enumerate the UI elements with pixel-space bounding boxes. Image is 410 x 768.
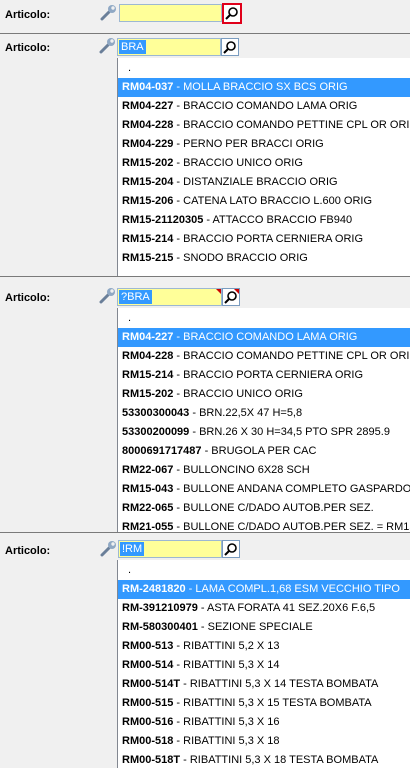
- list-item[interactable]: .: [118, 561, 410, 580]
- list-item[interactable]: RM04-228 - BRACCIO COMANDO PETTINE CPL O…: [118, 116, 410, 135]
- list-item[interactable]: RM15-202 - BRACCIO UNICO ORIG: [118, 154, 410, 173]
- list-item[interactable]: 53300300043 - BRN.22,5X 47 H=5,8: [118, 404, 410, 423]
- list-item[interactable]: RM15-206 - CATENA LATO BRACCIO L.600 ORI…: [118, 192, 410, 211]
- list-item[interactable]: RM00-516 - RIBATTINI 5,3 X 16: [118, 713, 410, 732]
- articolo-label: Articolo:: [5, 545, 51, 557]
- list-item[interactable]: 8000691717487 - BRUGOLA PER CAC: [118, 442, 410, 461]
- list-item[interactable]: RM15-215 - SNODO BRACCIO ORIG: [118, 249, 410, 268]
- list-item[interactable]: RM04-227 - BRACCIO COMANDO LAMA ORIG: [118, 97, 410, 116]
- panel-2: Articolo: BRA . RM04-037 - MOLLA BRACCIO…: [0, 35, 410, 276]
- list-item[interactable]: RM00-518 - RIBATTINI 5,3 X 18: [118, 732, 410, 751]
- list-item[interactable]: 53300200099 - BRN.26 X 30 H=34,5 PTO SPR…: [118, 423, 410, 442]
- list-item[interactable]: RM22-065 - BULLONE C/DADO AUTOB.PER SEZ.: [118, 499, 410, 518]
- list-item[interactable]: RM15-043 - BULLONE ANDANA COMPLETO GASPA…: [118, 480, 410, 499]
- list-item[interactable]: RM21-055 - BULLONE C/DADO AUTOB.PER SEZ.…: [118, 518, 410, 532]
- list-item[interactable]: RM-391210979 - ASTA FORATA 41 SEZ.20X6 F…: [118, 599, 410, 618]
- search-button[interactable]: [222, 288, 240, 306]
- search-button[interactable]: [222, 540, 240, 558]
- articolo-input[interactable]: [119, 4, 222, 22]
- articolo-input[interactable]: BRA: [117, 38, 221, 56]
- list-item-selected[interactable]: RM04-227 - BRACCIO COMANDO LAMA ORIG: [118, 328, 410, 347]
- list-item[interactable]: .: [118, 59, 410, 78]
- list-item[interactable]: RM00-514T - RIBATTINI 5,3 X 14 TESTA BOM…: [118, 675, 410, 694]
- list-item[interactable]: RM15-214 - BRACCIO PORTA CERNIERA ORIG: [118, 366, 410, 385]
- wrench-icon[interactable]: [100, 541, 118, 557]
- list-item[interactable]: RM00-518T - RIBATTINI 5,3 X 18 TESTA BOM…: [118, 751, 410, 768]
- panel-3: Articolo: ?BRA . RM04-227 - BRACCIO COMA…: [0, 284, 410, 532]
- articolo-input[interactable]: ?BRA: [117, 288, 222, 306]
- search-button[interactable]: [222, 3, 242, 24]
- required-marker-icon: [234, 289, 239, 294]
- articolo-input-value: !RM: [120, 542, 145, 556]
- list-item[interactable]: RM00-514 - RIBATTINI 5,3 X 14: [118, 656, 410, 675]
- articolo-input-value: BRA: [119, 40, 146, 54]
- list-item[interactable]: RM15-202 - BRACCIO UNICO ORIG: [118, 385, 410, 404]
- required-marker-icon: [216, 289, 221, 294]
- list-item[interactable]: RM15-214 - BRACCIO PORTA CERNIERA ORIG: [118, 230, 410, 249]
- wrench-icon[interactable]: [99, 288, 117, 304]
- wrench-icon[interactable]: [100, 5, 118, 21]
- dropdown-list[interactable]: . RM04-037 - MOLLA BRACCIO SX BCS ORIG R…: [117, 58, 410, 276]
- dropdown-list[interactable]: . RM-2481820 - LAMA COMPL.1,68 ESM VECCH…: [117, 560, 410, 768]
- list-item[interactable]: RM00-515 - RIBATTINI 5,3 X 15 TESTA BOMB…: [118, 694, 410, 713]
- separator: [0, 33, 410, 34]
- list-item[interactable]: RM15-204 - DISTANZIALE BRACCIO ORIG: [118, 173, 410, 192]
- panel-1: Articolo:: [0, 0, 410, 36]
- wrench-icon[interactable]: [99, 38, 117, 54]
- list-item[interactable]: RM04-229 - PERNO PER BRACCI ORIG: [118, 135, 410, 154]
- articolo-input-value: ?BRA: [119, 290, 152, 304]
- list-item[interactable]: RM00-513 - RIBATTINI 5,2 X 13: [118, 637, 410, 656]
- list-item[interactable]: RM-580300401 - SEZIONE SPECIALE: [118, 618, 410, 637]
- articolo-label: Articolo:: [5, 9, 51, 21]
- articolo-label: Articolo:: [5, 292, 51, 304]
- panel-4: Articolo: !RM . RM-2481820 - LAMA COMPL.…: [0, 536, 410, 768]
- articolo-input[interactable]: !RM: [118, 540, 222, 558]
- search-button[interactable]: [221, 38, 239, 56]
- list-item[interactable]: RM15-21120305 - ATTACCO BRACCIO FB940: [118, 211, 410, 230]
- list-item[interactable]: .: [118, 309, 410, 328]
- list-item[interactable]: RM22-067 - BULLONCINO 6X28 SCH: [118, 461, 410, 480]
- dropdown-list[interactable]: . RM04-227 - BRACCIO COMANDO LAMA ORIG R…: [117, 308, 410, 532]
- separator: [0, 276, 410, 277]
- list-item-selected[interactable]: RM04-037 - MOLLA BRACCIO SX BCS ORIG: [118, 78, 410, 97]
- articolo-label: Articolo:: [5, 42, 51, 54]
- list-item-selected[interactable]: RM-2481820 - LAMA COMPL.1,68 ESM VECCHIO…: [118, 580, 410, 599]
- separator: [0, 532, 410, 533]
- list-item[interactable]: RM04-228 - BRACCIO COMANDO PETTINE CPL O…: [118, 347, 410, 366]
